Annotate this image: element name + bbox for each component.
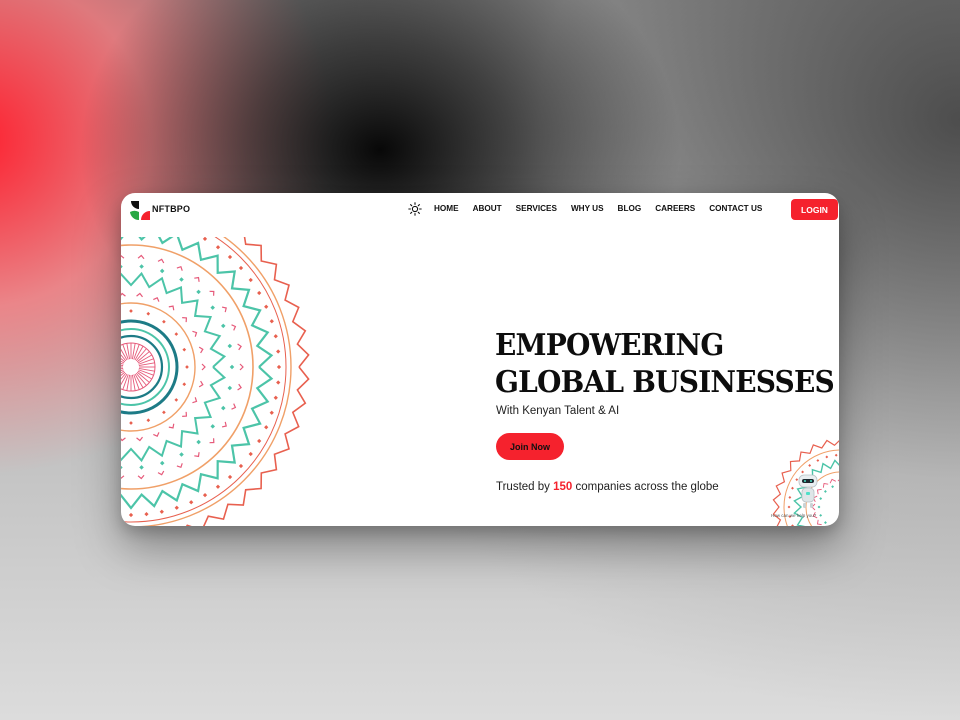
logo-mark-icon bbox=[130, 201, 150, 221]
brand-logo[interactable]: NFTBPO bbox=[129, 199, 199, 221]
browser-window: NFTBPO HOME ABOUT SERVICES WHY US BLOG C… bbox=[121, 193, 839, 526]
theme-toggle-button[interactable] bbox=[408, 202, 422, 216]
top-nav: NFTBPO HOME ABOUT SERVICES WHY US BLOG C… bbox=[121, 193, 839, 227]
hero-subtitle: With Kenyan Talent & AI bbox=[496, 405, 620, 417]
join-now-button[interactable]: Join Now bbox=[496, 433, 564, 460]
nav-link-careers[interactable]: CAREERS bbox=[655, 204, 695, 213]
hero-title: EMPOWERING GLOBAL BUSINESSES bbox=[495, 327, 835, 400]
hero-title-line-2: GLOBAL BUSINESSES bbox=[495, 363, 835, 400]
trusted-prefix: Trusted by bbox=[496, 481, 550, 493]
nav-link-about[interactable]: ABOUT bbox=[473, 204, 502, 213]
chatbot-robot-icon[interactable] bbox=[793, 471, 823, 511]
hero-title-line-1: EMPOWERING bbox=[495, 327, 724, 363]
sun-icon bbox=[408, 202, 422, 216]
login-button[interactable]: LOGIN bbox=[791, 199, 838, 220]
trusted-count: 150 bbox=[553, 481, 573, 493]
chat-widget-caption: How can we help you? bbox=[771, 513, 817, 518]
nav-link-services[interactable]: SERVICES bbox=[516, 204, 557, 213]
mandala-decoration bbox=[121, 237, 310, 526]
nav-link-blog[interactable]: BLOG bbox=[618, 204, 642, 213]
trusted-suffix: companies across the globe bbox=[575, 481, 719, 493]
trusted-by-text: Trusted by 150 companies across the glob… bbox=[496, 481, 719, 493]
nav-link-contact-us[interactable]: CONTACT US bbox=[709, 204, 762, 213]
nav-links: HOME ABOUT SERVICES WHY US BLOG CAREERS … bbox=[434, 204, 762, 213]
nav-link-why-us[interactable]: WHY US bbox=[571, 204, 604, 213]
brand-name: NFTBPO bbox=[152, 204, 191, 214]
nav-link-home[interactable]: HOME bbox=[434, 204, 459, 213]
